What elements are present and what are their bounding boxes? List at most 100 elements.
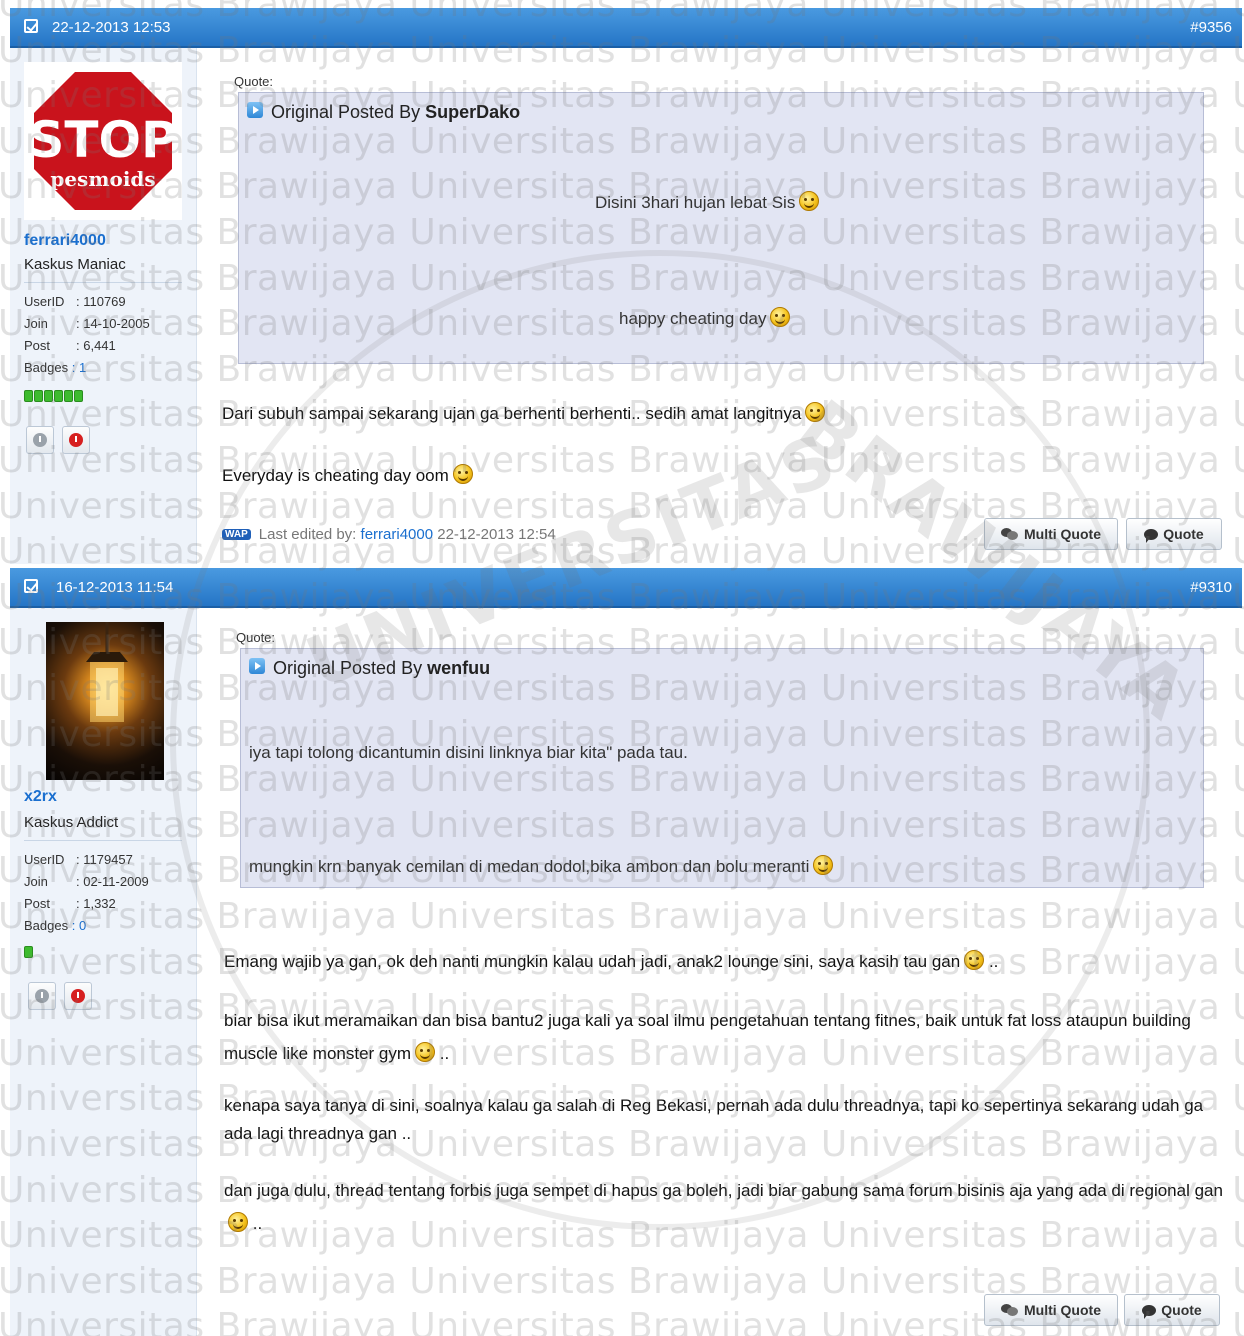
message-line: Emang wajib ya gan, ok deh nanti mungkin… (224, 950, 999, 971)
quote-line: Disini 3hari hujan lebat Sis (595, 191, 820, 213)
last-edited-label: Last edited by: (258, 526, 357, 543)
last-edited-user-link[interactable]: ferrari4000 (361, 526, 434, 543)
report-icon (71, 989, 85, 1003)
reputation-pip (24, 946, 33, 958)
love-eyes-smiley-icon (770, 307, 791, 327)
quote-button[interactable]: Quote (1124, 1294, 1220, 1326)
avatar-text-top: STOP (28, 111, 177, 169)
userid-label: UserID (24, 294, 65, 309)
profile-button[interactable] (28, 982, 56, 1010)
join-value: : 02-11-2009 (76, 874, 149, 889)
post-count-row: Post : 6,441 (24, 338, 116, 353)
quote-line: iya tapi tolong dicantumin disini linkny… (249, 743, 688, 762)
reputation-pip (74, 390, 83, 402)
sad-smiley-icon (805, 402, 826, 422)
username-link[interactable]: x2rx (24, 788, 57, 806)
join-date-row: Join : 14-10-2005 (24, 316, 150, 331)
message-line: Everyday is cheating day oom (222, 464, 473, 486)
user-status-icon (33, 433, 47, 447)
post-value: : 6,441 (76, 338, 116, 353)
post-number-link[interactable]: #9356 (1190, 19, 1232, 36)
grin-smiley-icon (228, 1212, 248, 1232)
post-header: 16-12-2013 11:54 #9310 (10, 568, 1242, 608)
view-post-icon[interactable] (249, 658, 265, 674)
post-date: 22-12-2013 12:53 (52, 19, 171, 36)
report-icon (69, 433, 83, 447)
quote-icon (1144, 528, 1159, 543)
post-value: : 1,332 (76, 896, 116, 911)
quote-prefix: Original Posted By (271, 102, 421, 122)
report-button[interactable] (62, 426, 90, 454)
userid-value: : 1179457 (76, 852, 133, 867)
reputation-pip (34, 390, 43, 402)
quote-box: Original Posted By wenfuu iya tapi tolon… (240, 648, 1204, 888)
badges-label: Badges (24, 918, 69, 933)
badges-link[interactable]: : 1 (72, 360, 86, 375)
userid-value: : 110769 (76, 294, 126, 309)
message-paragraph: kenapa saya tanya di sini, soalnya kalau… (224, 1096, 1204, 1143)
checkbox-icon[interactable] (24, 579, 38, 593)
wap-icon: WAP (222, 529, 251, 540)
multi-quote-button[interactable]: Multi Quote (984, 1294, 1118, 1326)
user-sidebar: x2rx Kaskus Addict UserID : 1179457 Join:… (10, 608, 197, 1336)
user-id-row: UserID : 1179457 (24, 852, 133, 867)
join-label: Join (24, 874, 48, 889)
badges-link[interactable]: : 0 (72, 918, 86, 933)
post-content: Quote: Original Posted By wenfuu iya tap… (198, 608, 1242, 1336)
user-status-icon (35, 989, 49, 1003)
thumbs-up-smiley-icon (813, 855, 834, 875)
multi-quote-button[interactable]: Multi Quote (984, 518, 1118, 550)
stop-sign-avatar-image: STOP pesmoids (28, 66, 178, 216)
post-header: 22-12-2013 12:53 #9356 (10, 8, 1242, 48)
lantern-avatar-image (86, 622, 128, 722)
grin-smiley-icon (415, 1042, 436, 1062)
reputation-pip (24, 390, 33, 402)
join-label: Join (24, 316, 48, 331)
post-9310: 16-12-2013 11:54 #9310 x2rx Kaskus Addic… (10, 568, 1242, 1336)
quote-box: Original Posted By SuperDako Disini 3har… (238, 92, 1204, 364)
shy-smiley-icon (799, 191, 820, 211)
quote-header: Original Posted By wenfuu (273, 658, 490, 679)
reputation-pip (64, 390, 73, 402)
badges-row: Badges : 1 (24, 360, 86, 375)
badges-label: Badges (24, 360, 69, 375)
user-sidebar: STOP pesmoids ferrari4000 Kaskus Maniac … (10, 48, 197, 564)
post-count-row: Post : 1,332 (24, 896, 116, 911)
user-id-row: UserID : 110769 (24, 294, 126, 309)
divider (24, 840, 182, 841)
quote-author: wenfuu (427, 658, 491, 678)
post-label: Post (24, 338, 51, 353)
message-line: Dari subuh sampai sekarang ujan ga berhe… (222, 402, 826, 424)
post-date: 16-12-2013 11:54 (56, 579, 174, 596)
reputation-bar (24, 946, 33, 958)
avatar[interactable] (46, 622, 164, 780)
badges-row: Badges : 0 (24, 918, 86, 933)
post-9356: 22-12-2013 12:53 #9356 STOP pesmoids fer… (10, 8, 1242, 564)
post-label: Post (24, 896, 51, 911)
grin-smiley-icon (964, 950, 985, 970)
userid-label: UserID (24, 852, 65, 867)
divider (24, 282, 182, 283)
quote-author: SuperDako (425, 102, 521, 122)
quote-header: Original Posted By SuperDako (271, 102, 520, 123)
reputation-pip (54, 390, 63, 402)
join-value: : 14-10-2005 (76, 316, 150, 331)
avatar-text-bottom: pesmoids (50, 167, 155, 191)
post-content: Quote: Original Posted By SuperDako Disi… (198, 48, 1242, 564)
post-number-link[interactable]: #9310 (1190, 579, 1232, 596)
view-post-icon[interactable] (247, 102, 263, 118)
quote-icon (1142, 1304, 1157, 1319)
username-link[interactable]: ferrari4000 (24, 232, 106, 250)
profile-button[interactable] (26, 426, 54, 454)
user-title: Kaskus Addict (24, 814, 119, 831)
report-button[interactable] (64, 982, 92, 1010)
multi-quote-icon (1001, 528, 1019, 540)
multi-quote-icon (1001, 1304, 1019, 1316)
last-edited-date: 22-12-2013 12:54 (437, 526, 556, 543)
message-paragraph: dan juga dulu, thread tentang forbis jug… (224, 1181, 1223, 1233)
checkbox-icon[interactable] (24, 19, 38, 33)
avatar[interactable]: STOP pesmoids (24, 62, 182, 220)
join-date-row: Join : 02-11-2009 (24, 874, 149, 889)
quote-button[interactable]: Quote (1126, 518, 1222, 550)
quote-line: happy cheating day (619, 307, 791, 329)
